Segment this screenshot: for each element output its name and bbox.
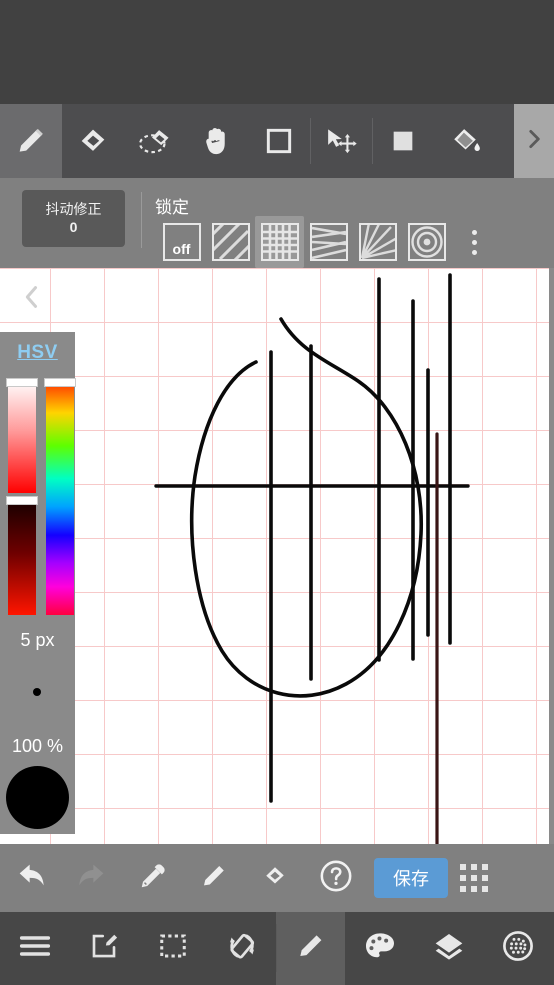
options-divider [141, 192, 142, 248]
hue-slider[interactable] [44, 378, 76, 615]
lock-label: 锁定 [155, 198, 189, 217]
perspective-lines-icon [309, 223, 348, 261]
guide-grid[interactable] [255, 216, 304, 268]
opacity-label[interactable]: 100 % [0, 736, 75, 757]
value-track [8, 502, 36, 615]
drawing-canvas[interactable] [0, 268, 554, 844]
redo-button[interactable] [61, 844, 122, 912]
lasso-eraser-icon [136, 124, 174, 158]
saturation-track [8, 380, 36, 493]
eyedropper-icon [138, 861, 168, 896]
guide-off[interactable]: off [157, 216, 206, 268]
expand-tools-button[interactable] [514, 104, 554, 178]
chevron-left-icon [19, 283, 45, 316]
edit-canvas-icon [89, 931, 119, 966]
guide-perspective[interactable] [304, 216, 353, 268]
top-empty-region [0, 0, 554, 104]
square-outline-icon [263, 125, 295, 157]
rotate-canvas-icon [226, 930, 258, 967]
dashed-selection-icon [158, 931, 188, 966]
brush-size-label[interactable]: 5 px [0, 630, 75, 651]
guide-parallel[interactable] [206, 216, 255, 268]
nav-menu[interactable] [0, 912, 69, 985]
paint-bucket-icon [448, 124, 482, 158]
bottom-nav-bar [0, 912, 554, 985]
saturation-value-slider[interactable] [6, 378, 38, 615]
transform-move-tool[interactable] [310, 104, 372, 178]
hand-pan-tool[interactable] [186, 104, 248, 178]
hue-thumb[interactable] [44, 378, 76, 387]
nav-layers[interactable] [414, 912, 483, 985]
cursor-move-icon [323, 125, 359, 157]
hand-icon [199, 123, 235, 159]
save-button[interactable]: 保存 [374, 858, 448, 898]
dotted-circle-icon [502, 930, 534, 967]
pencil-icon [199, 861, 229, 896]
nav-brush[interactable] [276, 912, 345, 985]
guide-ruler-group: off [157, 216, 493, 268]
pencil-icon [295, 930, 327, 967]
eyedropper-button[interactable] [122, 844, 183, 912]
value-thumb[interactable] [6, 496, 38, 505]
palette-icon [364, 931, 396, 966]
apps-grid-button[interactable] [448, 844, 500, 912]
stabilizer-chip[interactable]: 抖动修正 0 [22, 190, 125, 247]
ruler-off-icon: off [162, 223, 201, 261]
chevron-right-icon [523, 126, 545, 157]
eraser-diamond-icon [76, 124, 110, 158]
filled-square-icon [387, 125, 419, 157]
color-sliders [6, 378, 76, 615]
paint-bucket-tool[interactable] [434, 104, 496, 178]
lasso-eraser-tool[interactable] [124, 104, 186, 178]
nav-filters[interactable] [483, 912, 552, 985]
undo-arrow-icon [15, 861, 47, 896]
current-color-swatch[interactable] [6, 766, 69, 829]
radial-burst-icon [358, 223, 397, 261]
stabilizer-label: 抖动修正 [45, 201, 102, 217]
eraser-button[interactable] [244, 844, 305, 912]
kebab-dot [471, 239, 477, 245]
saturation-thumb[interactable] [6, 378, 38, 387]
question-circle-icon [319, 859, 353, 898]
pencil-tool[interactable] [0, 104, 62, 178]
collapse-panel-button[interactable] [17, 284, 47, 314]
brush-size-preview [33, 688, 41, 696]
grid-ruler-icon [260, 223, 299, 261]
parallel-lines-icon [211, 223, 250, 261]
canvas-artwork [154, 273, 470, 844]
redo-arrow-icon [76, 861, 108, 896]
hamburger-menu-icon [19, 933, 51, 964]
tool-strip [0, 104, 554, 178]
grid-dots-icon [460, 864, 488, 892]
nav-select[interactable] [138, 912, 207, 985]
eraser-tool[interactable] [62, 104, 124, 178]
nav-palette[interactable] [345, 912, 414, 985]
kebab-dot [471, 249, 477, 255]
stabilizer-value: 0 [69, 218, 78, 235]
pencil-icon [14, 124, 48, 158]
kebab-dot [471, 229, 477, 235]
color-panel: HSV 5 px 100 % [0, 332, 76, 834]
eraser-diamond-icon [260, 861, 290, 896]
help-button[interactable] [305, 844, 366, 912]
nav-canvas[interactable] [69, 912, 138, 985]
guide-concentric[interactable] [402, 216, 451, 268]
action-bar: 保存 [0, 844, 554, 912]
hsv-mode-label[interactable]: HSV [0, 332, 75, 364]
concentric-circles-icon [407, 223, 446, 261]
canvas-right-edge [549, 268, 554, 844]
nav-rotate[interactable] [207, 912, 276, 985]
guide-off-label: off [172, 241, 191, 257]
rectangle-select-tool[interactable] [248, 104, 310, 178]
drawing-app-root: 抖动修正 0 锁定 off HSV 5 px 100 % 保存 [0, 0, 554, 985]
fill-square-tool[interactable] [372, 104, 434, 178]
layers-icon [433, 931, 465, 966]
brush-button[interactable] [183, 844, 244, 912]
undo-button[interactable] [0, 844, 61, 912]
kebab-menu-icon[interactable] [455, 229, 493, 255]
guide-radial[interactable] [353, 216, 402, 268]
